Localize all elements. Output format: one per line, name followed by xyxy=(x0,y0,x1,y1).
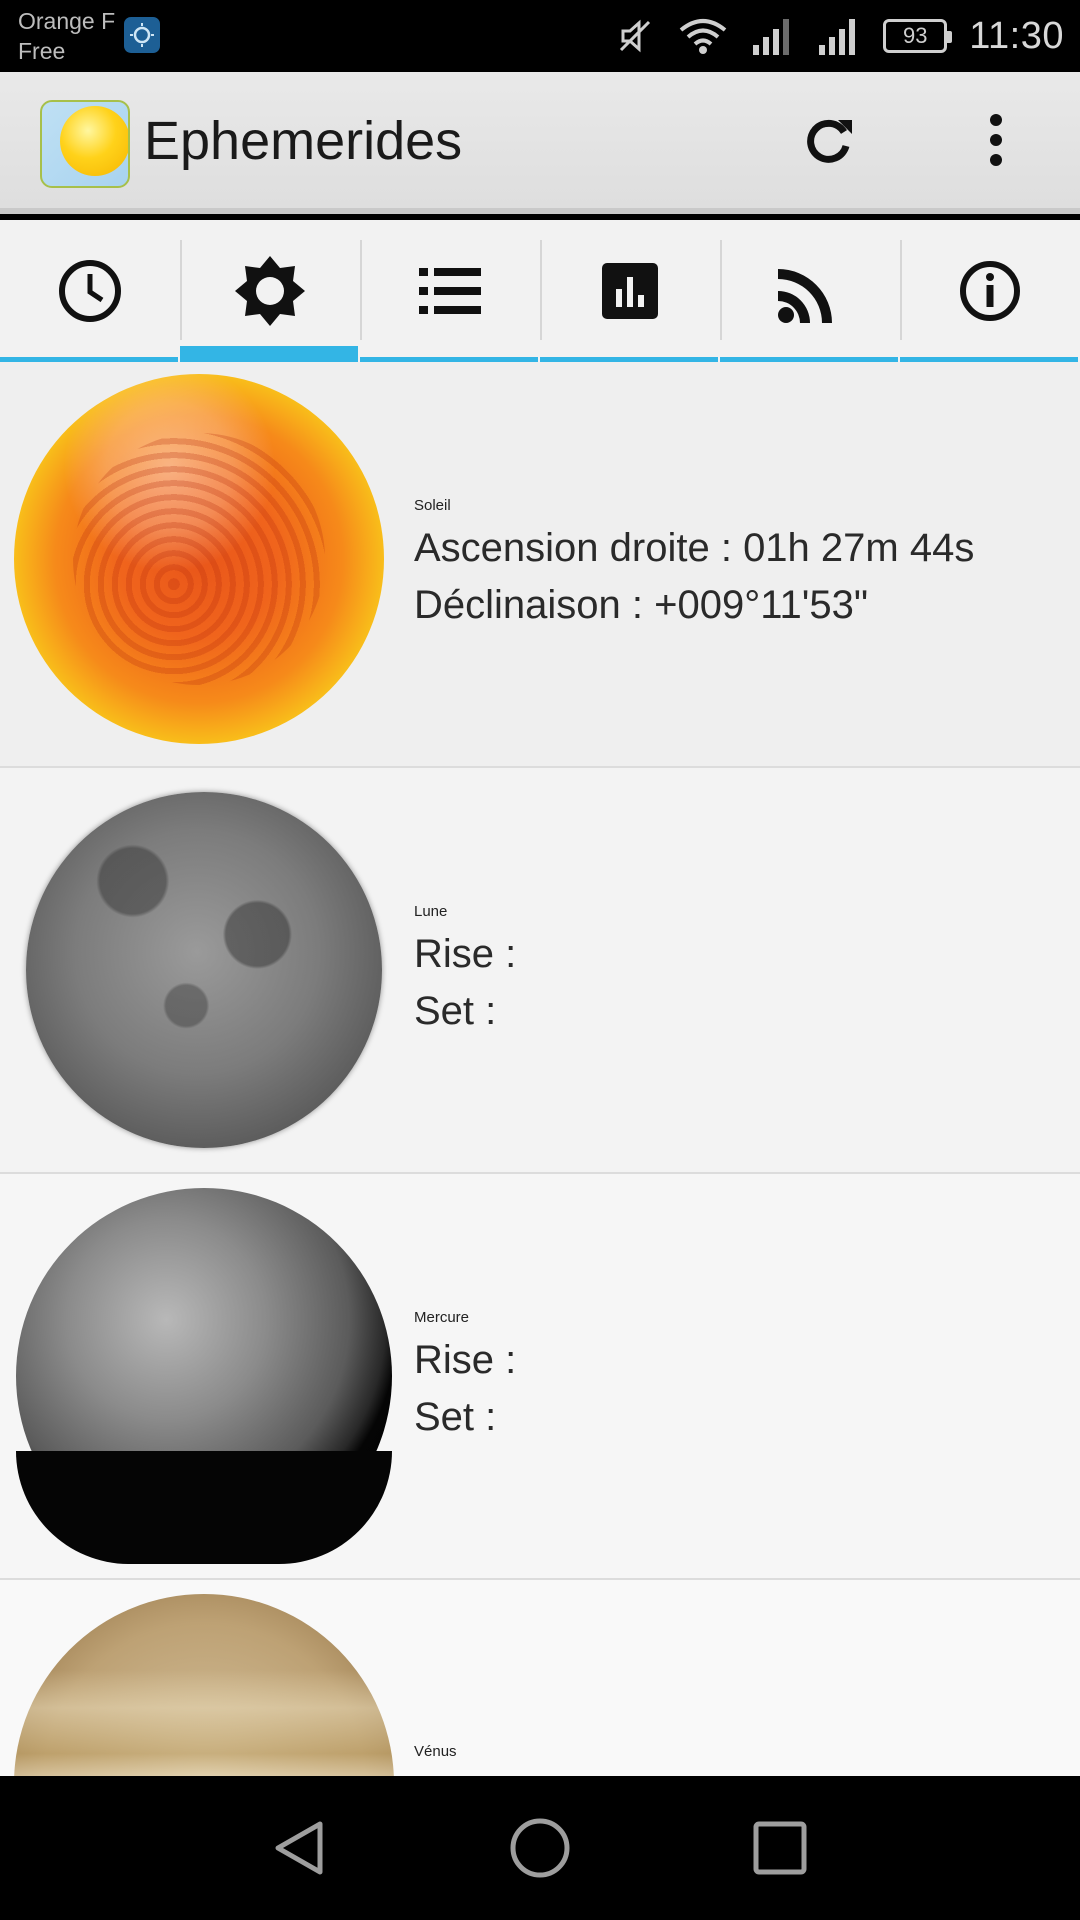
body-line-1: Rise : xyxy=(414,1766,516,1776)
refresh-button[interactable] xyxy=(796,108,860,172)
recents-button[interactable] xyxy=(740,1808,820,1888)
clock-icon xyxy=(59,260,121,322)
body-name: Vénus xyxy=(414,1743,457,1760)
tab-feed[interactable] xyxy=(720,220,900,362)
overflow-menu-button[interactable] xyxy=(972,108,1020,172)
refresh-icon xyxy=(807,119,852,163)
bar-chart-icon xyxy=(602,263,658,319)
list-item-mercury[interactable]: Mercure Rise : Set : xyxy=(0,1174,1080,1580)
body-line-1: Rise : xyxy=(414,1337,517,1382)
app-bar: Ephemerides xyxy=(0,72,1080,214)
body-line-1: Ascension droite : 01h 27m 44s xyxy=(414,525,975,570)
home-button[interactable] xyxy=(500,1808,580,1888)
tab-stats[interactable] xyxy=(540,220,720,362)
body-line-2: Déclinaison : +009°11'53" xyxy=(414,582,869,627)
brightness-icon xyxy=(235,256,305,326)
mute-icon xyxy=(615,16,655,56)
list-item-venus[interactable]: Vénus Rise : xyxy=(0,1580,1080,1776)
tab-clock[interactable] xyxy=(0,220,180,362)
rss-icon xyxy=(778,269,832,323)
list-item-moon[interactable]: Lune Rise : Set : xyxy=(0,768,1080,1174)
system-nav-bar xyxy=(0,1776,1080,1920)
ephemerides-list: Soleil Ascension droite : 01h 27m 44s Dé… xyxy=(0,362,1080,1776)
sun-image xyxy=(14,374,384,744)
body-line-2: Set : xyxy=(414,1394,497,1439)
recents-icon xyxy=(753,1821,807,1875)
body-name: Lune xyxy=(414,902,448,920)
app-logo-icon[interactable] xyxy=(40,100,130,188)
battery-indicator: 93 xyxy=(883,19,953,53)
notification-app-icon xyxy=(124,17,160,53)
info-icon xyxy=(960,261,1020,321)
app-title: Ephemerides xyxy=(144,111,463,171)
tab-list[interactable] xyxy=(360,220,540,362)
back-button[interactable] xyxy=(260,1808,340,1888)
overflow-menu-icon xyxy=(990,114,1002,166)
wifi-icon xyxy=(677,16,729,56)
list-item-sun[interactable]: Soleil Ascension droite : 01h 27m 44s Dé… xyxy=(0,362,1080,768)
tab-sun[interactable] xyxy=(180,220,360,362)
carrier-line-2: Free xyxy=(18,38,66,64)
tab-info[interactable] xyxy=(900,220,1080,362)
signal-icon-1 xyxy=(751,17,795,55)
list-icon xyxy=(419,268,481,314)
body-line-1: Rise : xyxy=(414,931,517,976)
carrier-label: Orange F Free xyxy=(18,6,115,66)
mercury-image xyxy=(16,1188,392,1564)
body-line-2: Set : xyxy=(414,988,497,1033)
tab-bar xyxy=(0,220,1080,362)
body-name: Mercure xyxy=(414,1308,470,1326)
signal-icon-2 xyxy=(817,17,861,55)
venus-image xyxy=(14,1594,394,1776)
body-name: Soleil xyxy=(414,496,451,514)
status-bar: Orange F Free 93 11:30 xyxy=(0,0,1080,72)
home-icon xyxy=(510,1818,570,1878)
carrier-line-1: Orange F xyxy=(18,8,116,34)
status-clock: 11:30 xyxy=(969,14,1064,57)
back-icon xyxy=(275,1821,323,1875)
moon-image xyxy=(26,792,382,1148)
